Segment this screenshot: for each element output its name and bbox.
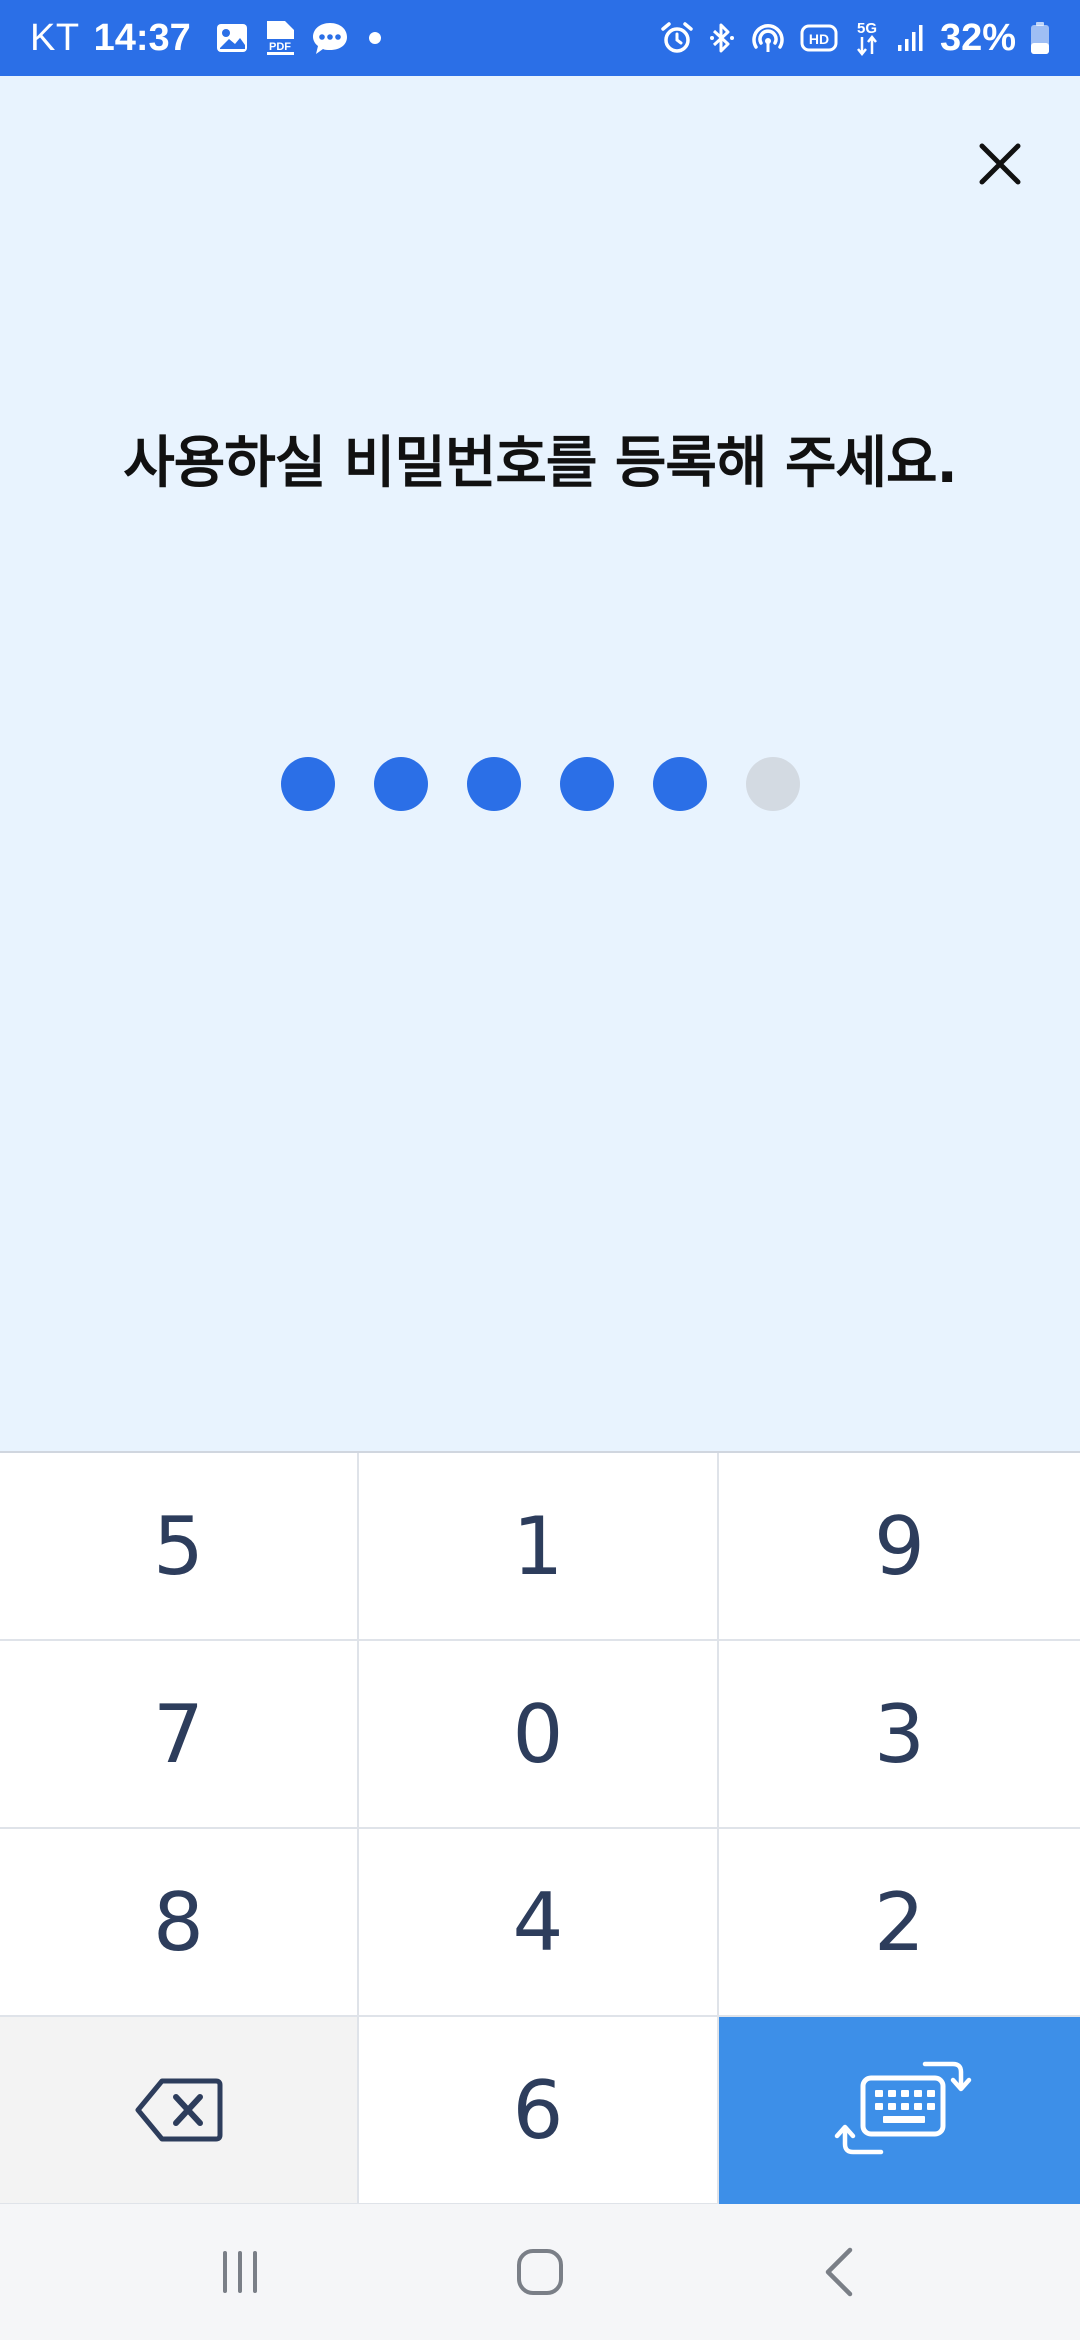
backspace-button[interactable]	[0, 2017, 359, 2205]
number-keypad: 5 1 9 7 0 3 8 4 2 6	[0, 1451, 1080, 2205]
pin-dot-filled	[280, 757, 335, 811]
backspace-icon	[135, 2078, 222, 2142]
keypad-key[interactable]: 7	[0, 1641, 359, 1829]
keypad-key[interactable]: 8	[0, 1829, 359, 2017]
keypad-key[interactable]: 2	[719, 1829, 1080, 2017]
keypad-key[interactable]: 5	[0, 1453, 359, 1641]
svg-text:PDF: PDF	[269, 41, 291, 53]
svg-text:HD: HD	[809, 31, 829, 47]
keyboard-switch-icon	[834, 2061, 971, 2155]
pin-setup-screen: 사용하실 비밀번호를 등록해 주세요.	[0, 76, 1080, 1451]
5g-icon: 5G	[852, 18, 882, 58]
dot-icon	[363, 26, 387, 50]
home-button[interactable]	[495, 2232, 585, 2312]
battery-percent: 32%	[939, 16, 1016, 59]
keypad-key[interactable]: 1	[359, 1453, 719, 1641]
image-icon	[215, 21, 249, 55]
home-icon	[517, 2249, 563, 2295]
svg-text:5G: 5G	[857, 20, 877, 37]
pin-dot-filled	[652, 757, 707, 811]
alarm-icon	[660, 21, 694, 55]
recent-apps-icon	[223, 2251, 257, 2293]
keypad-key[interactable]: 3	[719, 1641, 1080, 1829]
back-button[interactable]	[795, 2232, 885, 2312]
pin-indicator	[0, 757, 1080, 811]
system-nav-bar	[0, 2204, 1080, 2340]
keypad-key[interactable]: 9	[719, 1453, 1080, 1641]
pin-dot-filled	[373, 757, 428, 811]
keypad-key[interactable]: 6	[359, 2017, 719, 2205]
page-title: 사용하실 비밀번호를 등록해 주세요.	[123, 431, 958, 496]
keypad-key[interactable]: 4	[359, 1829, 719, 2017]
status-time: 14:37	[93, 16, 191, 59]
back-icon	[825, 2247, 853, 2297]
hd-icon: HD	[800, 23, 838, 53]
hotspot-icon	[750, 21, 786, 55]
pin-dot-filled	[466, 757, 521, 811]
status-bar: KT 14:37 PDF HD 5G 32%	[0, 0, 1080, 76]
chat-bubble-icon	[311, 20, 349, 56]
signal-icon	[896, 23, 926, 53]
status-right: HD 5G 32%	[660, 17, 1050, 60]
battery-icon	[1030, 21, 1050, 55]
close-icon	[979, 143, 1021, 185]
keyboard-switch-button[interactable]	[719, 2017, 1080, 2205]
pin-dot-filled	[559, 757, 614, 811]
close-button[interactable]	[972, 136, 1028, 192]
bluetooth-icon	[708, 21, 736, 55]
carrier-label: KT	[30, 16, 80, 59]
pdf-icon: PDF	[263, 19, 297, 57]
recent-apps-button[interactable]	[195, 2232, 285, 2312]
keypad-key[interactable]: 0	[359, 1641, 719, 1829]
pin-dot-empty	[745, 757, 800, 811]
status-left: KT 14:37 PDF	[30, 17, 387, 60]
